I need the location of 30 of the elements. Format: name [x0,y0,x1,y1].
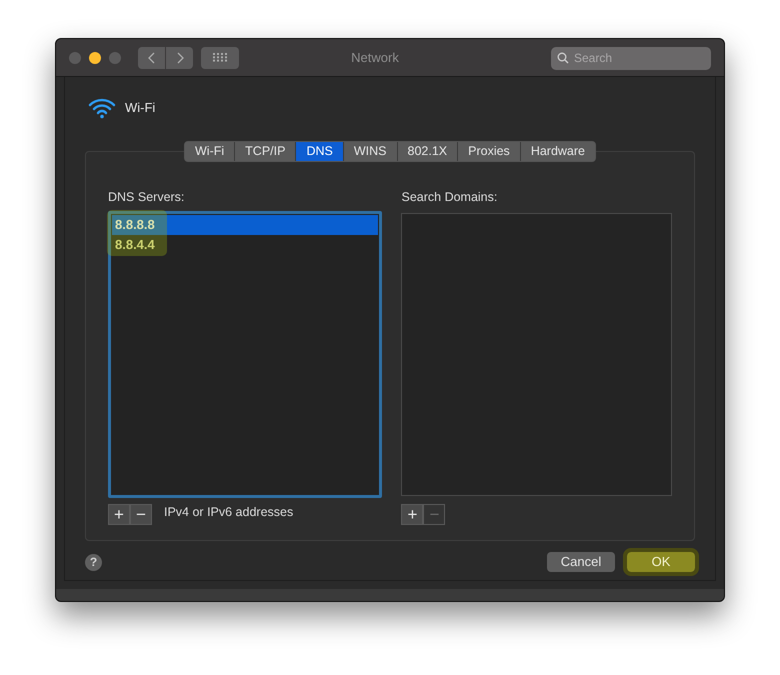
dns-server-item[interactable]: 8.8.4.4 [112,234,378,255]
show-all-button[interactable] [201,46,239,68]
tab[interactable]: 802.1X [396,142,458,161]
service-name: Wi-Fi [125,99,156,118]
back-button[interactable] [138,46,165,68]
tab[interactable]: Hardware [520,142,595,161]
dns-server-item[interactable]: 8.8.8.8 [112,214,378,235]
search-icon [557,52,569,64]
search-field[interactable]: Search [551,46,711,70]
chevron-left-icon [148,52,156,64]
add-button[interactable]: + [401,504,424,525]
cancel-button[interactable]: Cancel [547,552,615,572]
search-domains-label: Search Domains: [401,189,498,206]
ok-button[interactable]: OK [627,552,695,572]
tab[interactable]: WINS [342,142,396,161]
wifi-icon [88,97,116,119]
minimize-button[interactable] [89,52,101,64]
tab[interactable]: Proxies [457,142,520,161]
window-title: Network [351,48,400,67]
forward-button[interactable] [166,46,193,68]
tab[interactable]: Wi-Fi [185,142,234,161]
chevron-right-icon [176,52,184,64]
tab[interactable]: DNS [295,142,343,161]
add-button[interactable]: + [108,504,130,525]
dns-servers-label: DNS Servers: [108,189,186,206]
remove-button[interactable]: − [130,504,152,525]
help-button[interactable]: ? [85,554,102,570]
dns-server-list[interactable]: 8.8.8.8 8.8.4.4 [108,210,382,498]
hint-text: IPv4 or IPv6 addresses [164,504,294,522]
grid-icon [213,53,227,62]
